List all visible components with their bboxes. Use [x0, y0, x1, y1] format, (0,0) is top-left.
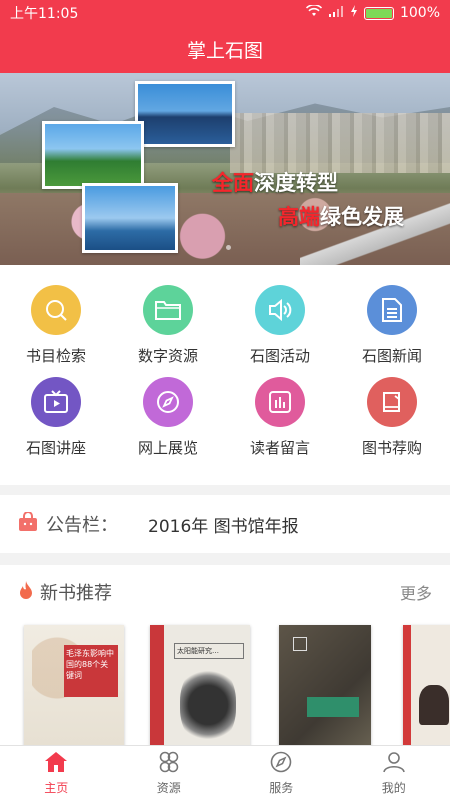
banner-city: [230, 113, 450, 173]
book-cover[interactable]: 太阳能研究…: [150, 625, 250, 745]
status-time: 上午11:05: [10, 6, 79, 22]
book-cover-title: 毛泽东影响中国的88个关键词: [64, 645, 118, 697]
bottom-tab-bar: 主页 资源 服务 我的: [0, 745, 450, 800]
book-cover[interactable]: [403, 625, 450, 745]
folder-icon: [143, 285, 193, 335]
notice-bar[interactable]: 公告栏： 2016年 图书馆年报: [0, 495, 450, 553]
new-books-header: 新书推荐 更多: [0, 565, 450, 619]
grid-label: 石图活动: [249, 347, 310, 365]
wifi-icon: [305, 4, 323, 21]
more-link[interactable]: 更多: [400, 580, 432, 604]
app-header: 掌上石图: [0, 26, 450, 73]
book-cover[interactable]: [279, 625, 371, 745]
grid-item-online-exhibition[interactable]: 网上展览: [112, 377, 224, 458]
signal-icon: [328, 5, 344, 21]
grid-item-digital-resources[interactable]: 数字资源: [112, 285, 224, 366]
flame-icon: [18, 580, 34, 605]
battery-icon: [363, 6, 394, 20]
grid-item-book-recommend[interactable]: 图书荐购: [336, 377, 448, 458]
banner-photo-building: [82, 183, 178, 253]
document-icon: [367, 285, 417, 335]
app-title: 掌上石图: [186, 40, 263, 62]
battery-percent: 100%: [399, 5, 440, 21]
tab-services[interactable]: 服务: [225, 746, 338, 800]
user-icon: [382, 751, 406, 779]
grid-item-library-news[interactable]: 石图新闻: [336, 285, 448, 366]
notice-label: 公告栏：: [46, 515, 118, 536]
tab-label: 我的: [381, 780, 406, 795]
grid-label: 石图讲座: [25, 439, 86, 457]
grid-label: 数字资源: [137, 347, 198, 365]
book-cover-title: 太阳能研究…: [174, 643, 244, 659]
tab-mine[interactable]: 我的: [338, 746, 450, 800]
grid-label: 读者留言: [249, 439, 310, 457]
banner-carousel[interactable]: 全面深度转型 高端绿色发展: [0, 73, 450, 265]
tab-resources[interactable]: 资源: [113, 746, 226, 800]
carousel-dot: [226, 245, 231, 250]
banner-slogan-2: 高端绿色发展: [278, 205, 404, 229]
grid-item-catalog-search[interactable]: 书目检索: [0, 285, 112, 366]
new-books-section: 新书推荐 更多 毛泽东影响中国的88个关键词 太阳能研究…: [0, 565, 450, 745]
new-books-title: 新书推荐: [18, 579, 112, 605]
grid-item-reader-messages[interactable]: 读者留言: [224, 377, 336, 458]
home-icon: [44, 751, 68, 779]
speaker-icon: [255, 285, 305, 335]
tv-play-icon: [31, 377, 81, 427]
grid-item-library-events[interactable]: 石图活动: [224, 285, 336, 366]
book-icon: [367, 377, 417, 427]
charging-icon: [350, 5, 358, 21]
banner-slogan-1: 全面深度转型: [212, 171, 338, 195]
grid-item-lectures[interactable]: 石图讲座: [0, 377, 112, 458]
banner-photo-pagoda: [42, 121, 144, 189]
portrait-illustration: [180, 665, 236, 745]
function-grid: 书目检索 数字资源 石图活动 石图新闻 石图讲座 网上展览 读者留言 图书荐购: [0, 265, 450, 485]
tab-label: 服务: [269, 780, 294, 795]
grid-label: 石图新闻: [361, 347, 422, 365]
notice-text[interactable]: 2016年 图书馆年报: [148, 512, 299, 537]
status-bar: 上午11:05 100%: [0, 0, 450, 26]
tab-label: 资源: [156, 780, 181, 795]
banner-photo-lake: [135, 81, 235, 147]
search-icon: [31, 285, 81, 335]
compass-icon: [269, 751, 293, 779]
grid-label: 书目检索: [25, 347, 86, 365]
grid-label: 图书荐购: [361, 439, 422, 457]
compass-icon: [143, 377, 193, 427]
tab-home[interactable]: 主页: [0, 746, 113, 800]
clover-icon: [157, 751, 181, 779]
status-icons: 100%: [305, 4, 440, 21]
bag-icon: [18, 511, 38, 536]
tab-label: 主页: [44, 780, 69, 795]
book-cover[interactable]: 毛泽东影响中国的88个关键词: [24, 625, 124, 745]
chart-icon: [255, 377, 305, 427]
carousel-dots: [226, 245, 231, 250]
grid-label: 网上展览: [137, 439, 198, 457]
